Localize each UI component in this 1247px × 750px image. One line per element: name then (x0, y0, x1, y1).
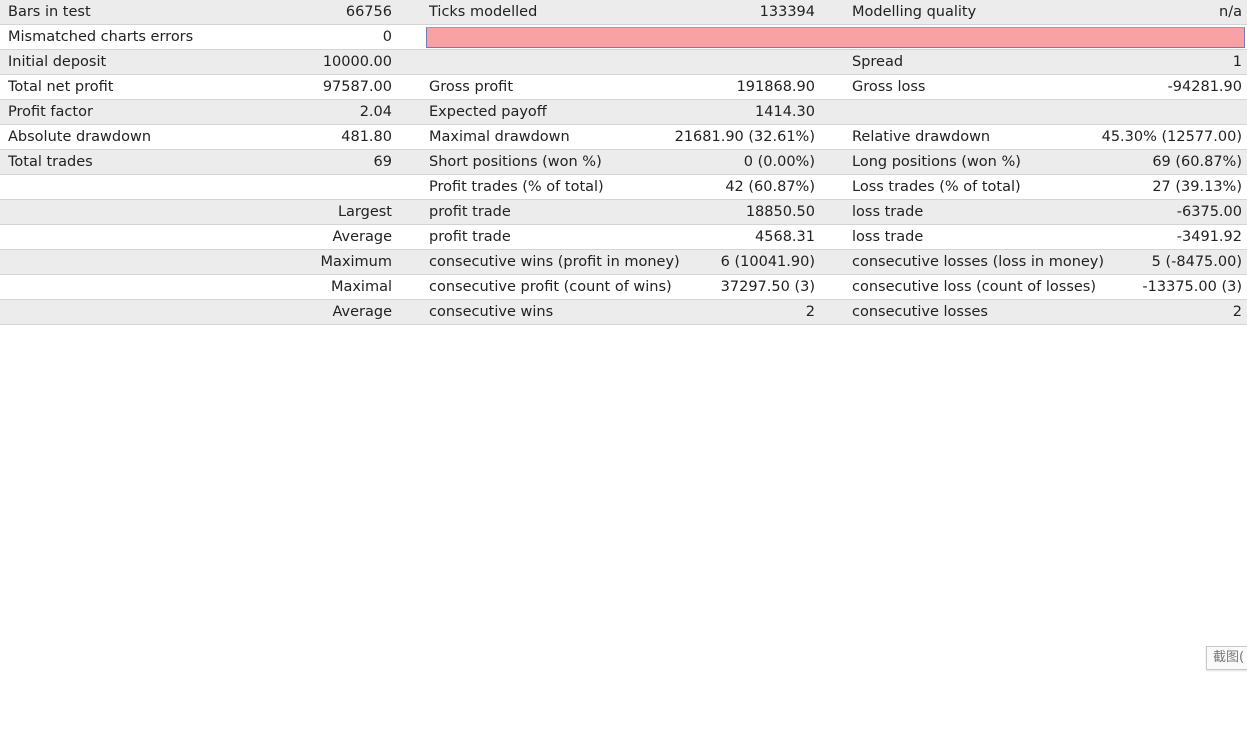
label-gross-profit: Gross profit (429, 79, 514, 95)
label-average-consecutive: Average (332, 304, 392, 320)
value-total-trades: 69 (373, 154, 392, 170)
value-profit-factor: 2.04 (359, 104, 392, 120)
value-largest-profit-trade: 18850.50 (745, 204, 815, 220)
report-row-deposit: Initial deposit 10000.00 Spread 1 (0, 50, 1247, 75)
value-expected-payoff: 1414.30 (755, 104, 815, 120)
value-short-positions: 0 (0.00%) (743, 154, 815, 170)
label-relative-drawdown: Relative drawdown (852, 129, 991, 145)
label-profit-trades: Profit trades (% of total) (429, 179, 604, 195)
label-short-positions: Short positions (won %) (429, 154, 602, 170)
label-consecutive-wins: consecutive wins (429, 304, 554, 320)
value-profit-trades: 42 (60.87%) (725, 179, 815, 195)
label-bars-in-test: Bars in test (8, 4, 91, 20)
label-long-positions: Long positions (won %) (852, 154, 1021, 170)
value-total-net-profit: 97587.00 (322, 79, 392, 95)
report-row-average-trade: Average profit trade 4568.31 loss trade … (0, 225, 1247, 250)
report-row-profit-loss-trades: Profit trades (% of total) 42 (60.87%) L… (0, 175, 1247, 200)
label-spread: Spread (852, 54, 904, 70)
label-total-trades: Total trades (8, 154, 93, 170)
value-consecutive-losses: 2 (1232, 304, 1242, 320)
label-total-net-profit: Total net profit (8, 79, 114, 95)
label-absolute-drawdown: Absolute drawdown (8, 129, 152, 145)
report-row-drawdown: Absolute drawdown 481.80 Maximal drawdow… (0, 125, 1247, 150)
label-expected-payoff: Expected payoff (429, 104, 547, 120)
value-consecutive-profit-count: 37297.50 (3) (720, 279, 815, 295)
value-gross-profit: 191868.90 (736, 79, 815, 95)
label-average-loss-trade: loss trade (852, 229, 924, 245)
label-consecutive-loss-count: consecutive loss (count of losses) (852, 279, 1097, 295)
label-gross-loss: Gross loss (852, 79, 926, 95)
label-consecutive-losses-money: consecutive losses (loss in money) (852, 254, 1105, 270)
value-mismatched-errors: 0 (382, 29, 392, 45)
strategy-tester-report: Bars in test 66756 Ticks modelled 133394… (0, 0, 1247, 325)
report-row-average-consecutive: Average consecutive wins 2 consecutive l… (0, 300, 1247, 325)
report-row-maximal: Maximal consecutive profit (count of win… (0, 275, 1247, 300)
label-consecutive-losses: consecutive losses (852, 304, 988, 320)
value-consecutive-loss-count: -13375.00 (3) (1142, 279, 1242, 295)
label-initial-deposit: Initial deposit (8, 54, 107, 70)
report-row-mismatched: Mismatched charts errors 0 (0, 25, 1247, 50)
label-mismatched-errors: Mismatched charts errors (8, 29, 194, 45)
report-row-bars: Bars in test 66756 Ticks modelled 133394… (0, 0, 1247, 25)
label-largest: Largest (337, 204, 392, 220)
value-spread: 1 (1232, 54, 1242, 70)
value-average-loss-trade: -3491.92 (1176, 229, 1242, 245)
value-initial-deposit: 10000.00 (322, 54, 392, 70)
value-gross-loss: -94281.90 (1167, 79, 1242, 95)
value-maximal-drawdown: 21681.90 (32.61%) (674, 129, 815, 145)
value-consecutive-losses-money: 5 (-8475.00) (1151, 254, 1242, 270)
label-largest-loss-trade: loss trade (852, 204, 924, 220)
label-largest-profit-trade: profit trade (429, 204, 511, 220)
report-row-largest: Largest profit trade 18850.50 loss trade… (0, 200, 1247, 225)
label-consecutive-wins-money: consecutive wins (profit in money) (429, 254, 680, 270)
value-loss-trades: 27 (39.13%) (1152, 179, 1242, 195)
label-modelling-quality: Modelling quality (852, 4, 977, 20)
value-consecutive-wins-money: 6 (10041.90) (720, 254, 815, 270)
modelling-quality-bar (426, 27, 1245, 48)
value-consecutive-wins: 2 (805, 304, 815, 320)
screenshot-tool-label: 截图( (1213, 650, 1245, 665)
label-maximal-drawdown: Maximal drawdown (429, 129, 570, 145)
value-relative-drawdown: 45.30% (12577.00) (1101, 129, 1242, 145)
label-maximal: Maximal (330, 279, 392, 295)
report-row-maximum: Maximum consecutive wins (profit in mone… (0, 250, 1247, 275)
value-bars-in-test: 66756 (345, 4, 392, 20)
value-modelling-quality: n/a (1219, 4, 1242, 20)
label-consecutive-profit-count: consecutive profit (count of wins) (429, 279, 672, 295)
value-average-profit-trade: 4568.31 (755, 229, 815, 245)
value-ticks-modelled: 133394 (759, 4, 815, 20)
report-row-total-trades: Total trades 69 Short positions (won %) … (0, 150, 1247, 175)
label-profit-factor: Profit factor (8, 104, 93, 120)
report-row-profit-factor: Profit factor 2.04 Expected payoff 1414.… (0, 100, 1247, 125)
label-loss-trades: Loss trades (% of total) (852, 179, 1021, 195)
report-row-net-profit: Total net profit 97587.00 Gross profit 1… (0, 75, 1247, 100)
label-maximum: Maximum (320, 254, 392, 270)
label-ticks-modelled: Ticks modelled (429, 4, 538, 20)
screenshot-tool-button[interactable]: 截图( (1206, 646, 1247, 670)
value-largest-loss-trade: -6375.00 (1176, 204, 1242, 220)
value-absolute-drawdown: 481.80 (341, 129, 392, 145)
value-long-positions: 69 (60.87%) (1152, 154, 1242, 170)
label-average-profit-trade: profit trade (429, 229, 511, 245)
label-average: Average (332, 229, 392, 245)
